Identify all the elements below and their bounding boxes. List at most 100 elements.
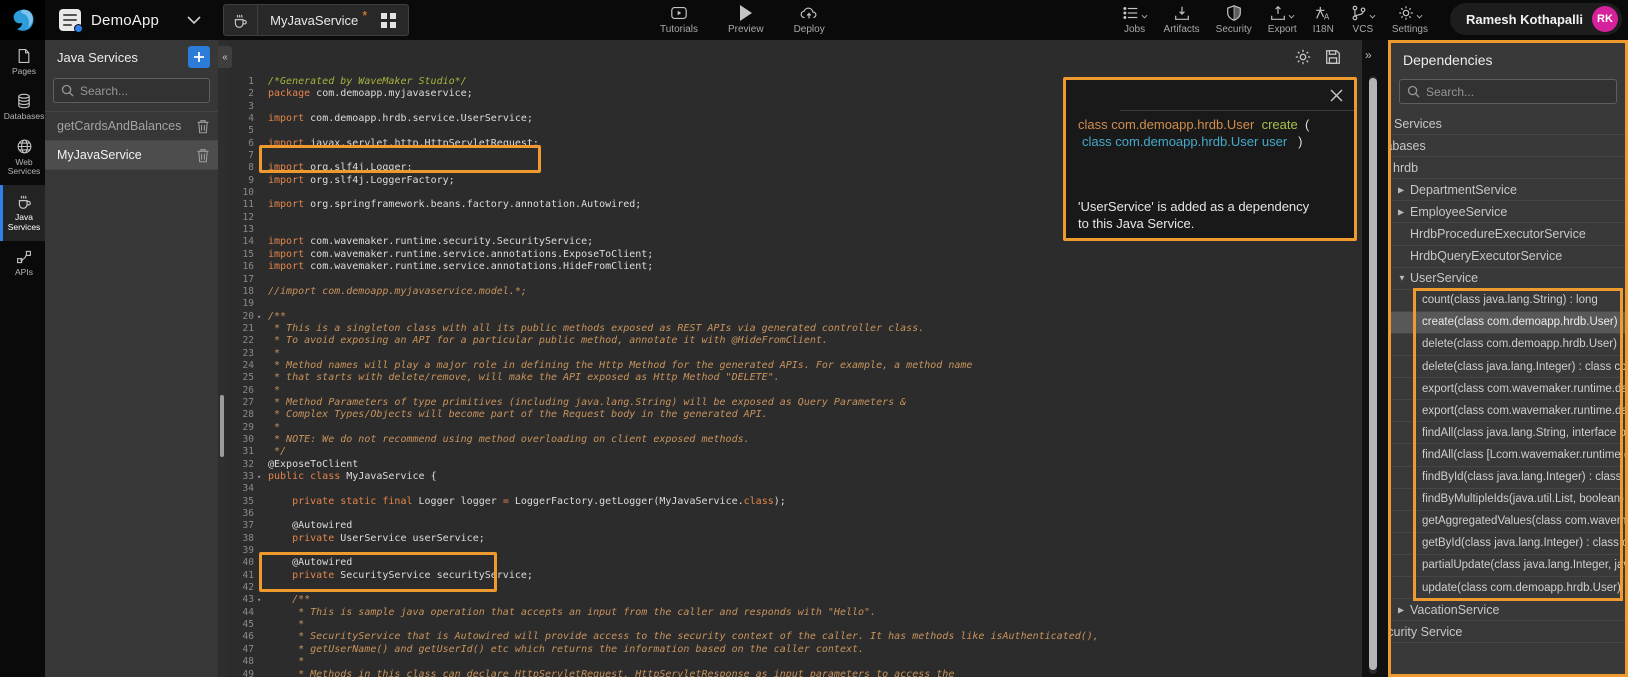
dependencies-search-input[interactable] — [1426, 85, 1609, 99]
i18n-label: I18N — [1313, 24, 1334, 35]
line-number: 27 — [227, 397, 257, 409]
open-file-tab[interactable]: MyJavaService * — [223, 4, 409, 36]
dependency-tree-item[interactable]: HrdbQueryExecutorService — [1391, 246, 1625, 268]
rail-item-label: Pages — [12, 67, 36, 77]
editor-settings-gear-icon[interactable] — [1294, 48, 1312, 66]
code-text: */ — [266, 446, 286, 458]
dependency-method-item[interactable]: partialUpdate(class java.lang.Integer, j… — [1391, 555, 1625, 577]
chevron-down-icon[interactable]: ▼ — [1398, 274, 1406, 283]
dependency-tree-item[interactable]: ▼UserService — [1391, 268, 1625, 290]
rail-item-apis[interactable]: APIs — [0, 241, 45, 286]
tutorials-button[interactable]: Tutorials — [660, 4, 698, 35]
dependency-tree-item[interactable]: Databases — [1391, 135, 1625, 157]
code-text — [266, 508, 268, 520]
rail-item-pages[interactable]: Pages — [0, 40, 45, 85]
jobs-button[interactable]: Jobs — [1122, 4, 1148, 35]
line-number: 2 — [227, 88, 257, 100]
fold-gutter — [257, 533, 266, 545]
dependency-method-item[interactable]: getAggregatedValues(class com.wavemak — [1391, 511, 1625, 533]
line-number: 12 — [227, 212, 257, 224]
scrollbar-thumb[interactable] — [1369, 78, 1377, 670]
fold-gutter — [257, 607, 266, 619]
fold-marker-icon[interactable]: ▾ — [257, 471, 266, 483]
fold-gutter — [257, 422, 266, 434]
dependency-tree-item[interactable]: ▶VacationService — [1391, 599, 1625, 621]
dependency-tree-item[interactable]: hrdb — [1391, 157, 1625, 179]
line-number: 1 — [227, 76, 257, 88]
dependency-method-item[interactable]: findByMultipleIds(java.util.List, boolea… — [1391, 489, 1625, 511]
project-switcher[interactable]: DemoApp — [59, 9, 159, 31]
fold-gutter — [257, 88, 266, 100]
chevron-down-icon[interactable] — [187, 16, 201, 24]
code-text: /*Generated by WaveMaker Studio*/ — [266, 76, 467, 88]
security-button[interactable]: Security — [1216, 4, 1252, 35]
dependencies-scrollbar[interactable] — [1369, 76, 1377, 674]
service-list-item[interactable]: getCardsAndBalances — [45, 112, 218, 141]
dependency-tree-item[interactable]: Security Service — [1391, 621, 1625, 643]
fold-gutter — [257, 162, 266, 174]
expand-panel-button[interactable]: » — [1365, 48, 1372, 62]
preview-label: Preview — [728, 24, 764, 35]
rail-item-java-services[interactable]: Java Services — [0, 185, 45, 241]
vcs-button[interactable]: VCS — [1350, 4, 1376, 35]
trash-icon[interactable] — [196, 148, 210, 163]
dependency-method-item[interactable]: update(class com.demoapp.hrdb.User) : cl — [1391, 577, 1625, 599]
dependency-method-item[interactable]: getById(class java.lang.Integer) : class… — [1391, 533, 1625, 555]
scrollbar-thumb[interactable] — [220, 395, 224, 457]
dependency-tree-item[interactable]: HrdbProcedureExecutorService — [1391, 223, 1625, 245]
code-editor[interactable]: 1/*Generated by WaveMaker Studio*/2packa… — [227, 40, 1362, 677]
code-text — [266, 212, 268, 224]
chevron-right-icon[interactable]: ▶ — [1398, 185, 1404, 194]
database-icon — [16, 93, 32, 109]
save-icon[interactable] — [1324, 48, 1342, 66]
dependency-tree-item[interactable]: ▶DepartmentService — [1391, 179, 1625, 201]
deploy-button[interactable]: Deploy — [794, 4, 825, 35]
service-search-input[interactable] — [80, 84, 202, 98]
export-button[interactable]: Export — [1268, 4, 1297, 35]
line-number: 31 — [227, 446, 257, 458]
dependency-tree-item[interactable]: ▶EmployeeService — [1391, 201, 1625, 223]
settings-button[interactable]: Settings — [1392, 4, 1428, 35]
method-signature-line1: class com.demoapp.hrdb.User create ( — [1078, 117, 1309, 132]
code-line: 46 * SecurityService that is Autowired w… — [227, 631, 1362, 643]
wavemaker-logo[interactable] — [0, 0, 45, 40]
dependency-tree-item[interactable]: Services — [1391, 113, 1625, 135]
dependency-method-item[interactable]: findAll(class java.lang.String, interfac… — [1391, 422, 1625, 444]
i18n-button[interactable]: AI18N — [1313, 4, 1334, 35]
apps-grid-icon[interactable] — [367, 13, 408, 28]
fold-gutter — [257, 397, 266, 409]
code-text: * Methods in this class can declare Http… — [266, 669, 954, 677]
line-number: 43 — [227, 594, 257, 606]
user-menu[interactable]: Ramesh Kothapalli RK — [1450, 3, 1622, 35]
collapse-panel-button[interactable]: « — [218, 46, 232, 68]
fold-gutter — [257, 187, 266, 199]
services-scrollbar[interactable] — [218, 40, 227, 677]
dependency-method-item[interactable]: export(class com.wavemaker.runtime.data — [1391, 400, 1625, 422]
artifacts-button[interactable]: Artifacts — [1164, 4, 1200, 35]
dependency-method-item[interactable]: export(class com.wavemaker.runtime.data — [1391, 378, 1625, 400]
fold-marker-icon[interactable]: ▾ — [257, 594, 266, 606]
fold-marker-icon[interactable]: ▾ — [257, 311, 266, 323]
code-text: @Autowired — [266, 520, 352, 532]
dependency-method-item[interactable]: create(class com.demoapp.hrdb.User) : cl… — [1391, 312, 1625, 334]
play-icon — [738, 4, 754, 22]
fold-gutter — [257, 150, 266, 162]
close-icon[interactable] — [1330, 89, 1343, 102]
dependency-method-item[interactable]: count(class java.lang.String) : long — [1391, 290, 1625, 312]
add-service-button[interactable] — [188, 46, 210, 68]
rail-item-databases[interactable]: Databases — [0, 85, 45, 130]
dependency-method-item[interactable]: findAll(class [Lcom.wavemaker.runtime.da — [1391, 444, 1625, 466]
code-text — [266, 101, 268, 113]
topbar-center-actions: Tutorials Preview Deploy — [660, 4, 825, 35]
service-list-item[interactable]: MyJavaService — [45, 141, 218, 170]
trash-icon[interactable] — [196, 119, 210, 134]
chevron-right-icon[interactable]: ▶ — [1398, 207, 1404, 216]
dependency-method-item[interactable]: delete(class com.demoapp.hrdb.User) : vo — [1391, 334, 1625, 356]
rail-item-web-services[interactable]: Web Services — [0, 130, 45, 186]
code-text — [266, 187, 268, 199]
dependency-method-item[interactable]: findById(class java.lang.Integer) : clas… — [1391, 467, 1625, 489]
fold-gutter — [257, 125, 266, 137]
preview-button[interactable]: Preview — [728, 4, 764, 35]
dependency-method-item[interactable]: delete(class java.lang.Integer) : class … — [1391, 356, 1625, 378]
chevron-right-icon[interactable]: ▶ — [1398, 605, 1404, 614]
